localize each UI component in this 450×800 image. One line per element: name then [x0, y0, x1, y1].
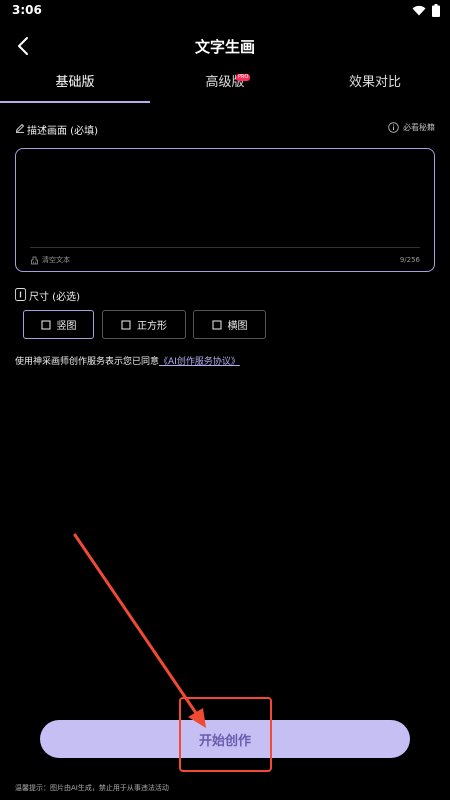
description-input[interactable] [26, 157, 424, 245]
text-area-divider [30, 247, 420, 248]
tab-compare[interactable]: 效果对比 [300, 68, 450, 102]
pencil-icon [15, 123, 25, 133]
size-option-landscape[interactable]: 横图 [193, 310, 266, 339]
description-label: 描述画面 (必填) [27, 126, 98, 137]
start-create-button[interactable]: 开始创作 [40, 720, 410, 758]
clear-text-label: 清空文本 [42, 256, 70, 264]
status-time: 3:06 [12, 3, 42, 17]
eraser-icon [31, 256, 38, 264]
warm-tip: 温馨提示：图片由AI生成，禁止用于从事违法活动 [15, 784, 169, 792]
active-tab-indicator [0, 101, 150, 103]
agreement-text: 使用神采画师创作服务表示您已同意《AI创作服务协议》 [15, 354, 240, 367]
tab-advanced[interactable]: 高级版 [150, 68, 300, 102]
annotation-arrow [73, 533, 206, 728]
size-option-label: 竖图 [56, 321, 77, 332]
size-label: 尺寸 (必选) [29, 292, 80, 303]
square-outline-icon [41, 320, 50, 329]
tab-bar: 基础版 高级版 PRO 效果对比 [0, 68, 450, 104]
clear-text-button[interactable]: 清空文本 [30, 255, 70, 265]
status-bar: 3:06 [0, 0, 450, 22]
tips-link-label: 必看秘籍 [403, 123, 435, 132]
page-title: 文字生画 [194, 38, 255, 56]
tab-compare-label: 效果对比 [348, 75, 401, 90]
wifi-icon [412, 5, 426, 16]
nav-bar: 文字生画 [0, 26, 450, 66]
size-option-label: 正方形 [137, 321, 167, 332]
agreement-prefix: 使用神采画师创作服务表示您已同意 [15, 357, 160, 367]
square-outline-icon [212, 320, 221, 329]
info-icon [388, 122, 399, 133]
pro-badge: PRO [236, 74, 251, 81]
tab-basic[interactable]: 基础版 [0, 68, 150, 102]
description-input-box: 清空文本 9/256 [15, 148, 435, 272]
square-outline-icon [121, 320, 131, 329]
size-option-label: 横图 [227, 321, 248, 332]
size-option-portrait[interactable]: 竖图 [23, 310, 94, 339]
size-option-square[interactable]: 正方形 [102, 310, 186, 339]
char-count: 9/256 [399, 256, 420, 264]
tab-basic-label: 基础版 [55, 75, 95, 90]
battery-icon [432, 4, 440, 17]
status-icons [412, 4, 440, 17]
size-icon [15, 288, 26, 301]
agreement-link[interactable]: 《AI创作服务协议》 [159, 357, 240, 367]
tips-link[interactable]: 必看秘籍 [388, 122, 435, 133]
description-header: 描述画面 (必填) 必看秘籍 [15, 122, 435, 138]
